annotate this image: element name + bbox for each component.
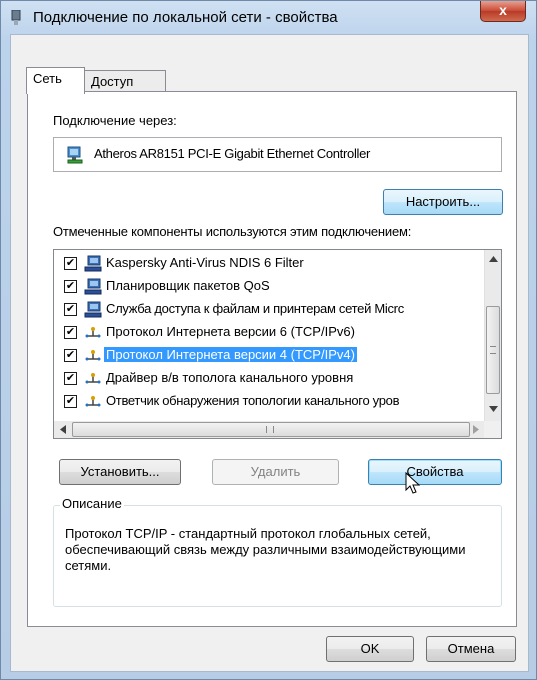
list-item[interactable]: ✔ Kaspersky Anti-Virus NDIS 6 Filter bbox=[54, 254, 484, 275]
vertical-scrollbar[interactable] bbox=[484, 250, 501, 421]
list-item-label: Протокол Интернета версии 6 (TCP/IPv6) bbox=[106, 324, 355, 339]
cancel-button-label: Отмена bbox=[447, 641, 495, 656]
list-item-label: Ответчик обнаружения топологии канальног… bbox=[106, 393, 400, 408]
list-item[interactable]: ✔ Протокол Интернета версии 6 (TCP/IPv6) bbox=[54, 323, 484, 344]
checkbox[interactable]: ✔ bbox=[64, 372, 77, 385]
protocol-icon bbox=[85, 373, 101, 384]
scroll-down-arrow-icon[interactable] bbox=[489, 406, 498, 412]
tab-network[interactable]: Сеть bbox=[26, 67, 85, 94]
protocol-icon bbox=[85, 327, 101, 338]
components-label: Отмеченные компоненты используются этим … bbox=[53, 224, 412, 239]
horizontal-scrollbar[interactable] bbox=[54, 421, 484, 438]
ok-button-label: OK bbox=[360, 641, 380, 656]
list-item[interactable]: ✔ Служба доступа к файлам и принтерам се… bbox=[54, 300, 484, 321]
list-item[interactable]: ✔ Драйвер в/в тополога канального уровня bbox=[54, 369, 484, 390]
remove-button[interactable]: Удалить bbox=[212, 459, 339, 485]
list-item-label: Протокол Интернета версии 4 (TCP/IPv4) bbox=[104, 347, 357, 362]
cancel-button[interactable]: Отмена bbox=[426, 636, 516, 662]
mouse-cursor-icon bbox=[405, 472, 421, 494]
network-client-icon bbox=[84, 278, 102, 295]
vertical-scroll-thumb[interactable] bbox=[486, 306, 500, 394]
components-list[interactable]: ✔ Kaspersky Anti-Virus NDIS 6 Filter ✔ П… bbox=[53, 249, 502, 439]
install-button[interactable]: Установить... bbox=[59, 459, 181, 485]
network-card-icon bbox=[67, 146, 83, 164]
checkbox[interactable]: ✔ bbox=[64, 395, 77, 408]
list-item[interactable]: ✔ Ответчик обнаружения топологии канальн… bbox=[54, 392, 484, 413]
configure-button[interactable]: Настроить... bbox=[383, 189, 503, 215]
network-adapter-icon bbox=[11, 10, 21, 25]
network-client-icon bbox=[84, 301, 102, 318]
install-button-label: Установить... bbox=[80, 464, 160, 479]
horizontal-scroll-thumb[interactable] bbox=[72, 422, 470, 437]
protocol-icon bbox=[85, 350, 101, 361]
checkbox[interactable]: ✔ bbox=[64, 257, 77, 270]
list-item-label: Kaspersky Anti-Virus NDIS 6 Filter bbox=[106, 255, 304, 270]
list-item-label: Планировщик пакетов QoS bbox=[106, 278, 270, 293]
description-text: Протокол TCP/IP - стандартный протокол г… bbox=[65, 526, 466, 573]
close-icon: x bbox=[499, 2, 507, 18]
scroll-up-arrow-icon[interactable] bbox=[489, 256, 498, 262]
protocol-icon bbox=[85, 396, 101, 407]
remove-button-label: Удалить bbox=[250, 464, 301, 479]
list-item-selected[interactable]: ✔ Протокол Интернета версии 4 (TCP/IPv4) bbox=[54, 346, 484, 367]
connect-via-label: Подключение через: bbox=[53, 113, 177, 128]
close-button[interactable]: x bbox=[480, 1, 526, 22]
title-bar[interactable]: Подключение по локальной сети - свойства bbox=[1, 1, 537, 35]
scroll-right-arrow-icon[interactable] bbox=[473, 425, 479, 434]
list-item-label: Служба доступа к файлам и принтерам сете… bbox=[106, 301, 404, 316]
checkbox[interactable]: ✔ bbox=[64, 303, 77, 316]
scrollbar-corner bbox=[484, 421, 501, 438]
description-legend: Описание bbox=[60, 496, 124, 511]
list-item-label: Драйвер в/в тополога канального уровня bbox=[106, 370, 354, 385]
adapter-name: Atheros AR8151 PCI-E Gigabit Ethernet Co… bbox=[94, 146, 371, 161]
checkbox[interactable]: ✔ bbox=[64, 326, 77, 339]
window-title: Подключение по локальной сети - свойства bbox=[33, 9, 338, 26]
tab-sharing-label: Доступ bbox=[91, 74, 134, 89]
network-client-icon bbox=[84, 255, 102, 272]
list-item[interactable]: ✔ Планировщик пакетов QoS bbox=[54, 277, 484, 298]
checkbox[interactable]: ✔ bbox=[64, 280, 77, 293]
checkbox[interactable]: ✔ bbox=[64, 349, 77, 362]
properties-button[interactable]: Свойства bbox=[368, 459, 502, 485]
ok-button[interactable]: OK bbox=[326, 636, 414, 662]
configure-button-label: Настроить... bbox=[405, 194, 481, 209]
scroll-left-arrow-icon[interactable] bbox=[60, 425, 66, 434]
tab-network-label: Сеть bbox=[33, 71, 62, 86]
adapter-field: Atheros AR8151 PCI-E Gigabit Ethernet Co… bbox=[53, 137, 502, 172]
properties-dialog: Подключение по локальной сети - свойства… bbox=[0, 0, 537, 680]
